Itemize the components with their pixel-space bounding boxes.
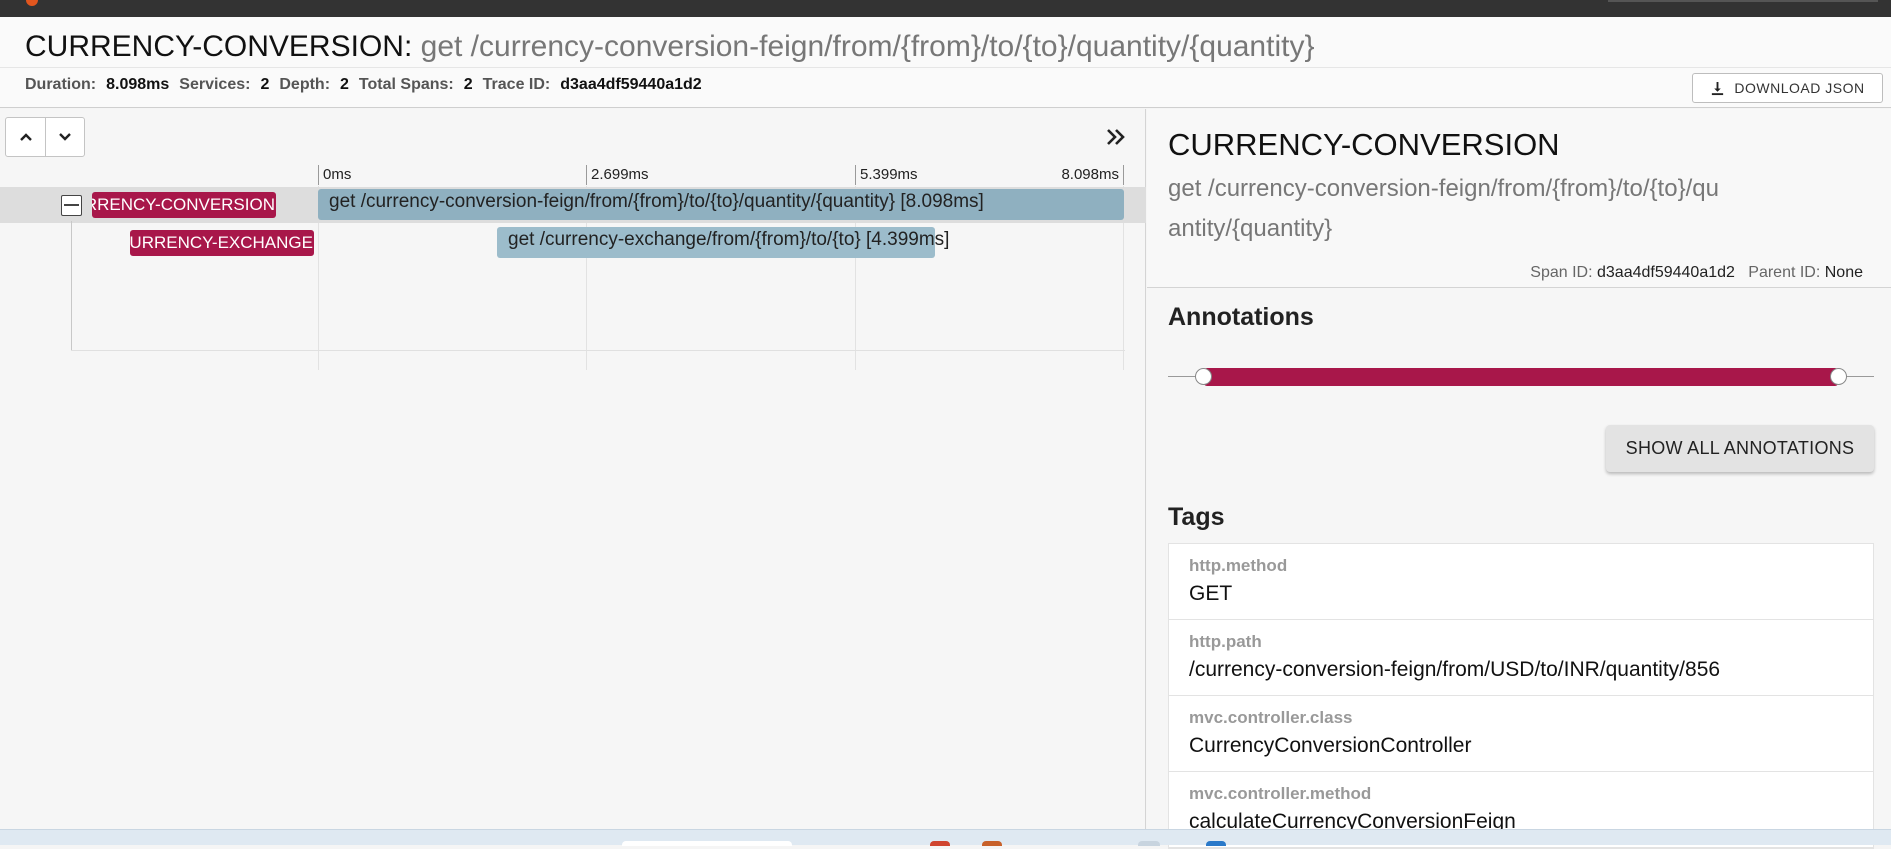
chevron-down-icon: [59, 133, 71, 141]
slider-end-handle[interactable]: [1830, 368, 1847, 385]
browser-top-bar: [0, 0, 1891, 17]
slider-start-handle[interactable]: [1195, 368, 1212, 385]
trace-timeline: 0ms 2.699ms 5.399ms 8.098ms CURRENCY-CON…: [0, 109, 1146, 829]
span-bar[interactable]: get /currency-conversion-feign/from/{fro…: [318, 189, 1124, 220]
tick-label: 0ms: [318, 165, 351, 185]
span-detail-panel: CURRENCY-CONVERSION get /currency-conver…: [1147, 109, 1891, 849]
trace-stats: Duration: 8.098ms Services: 2 Depth: 2 Tota…: [25, 76, 702, 94]
taskbar-app-icon[interactable]: [982, 841, 1002, 846]
stat-trace-id-value: d3aa4df59440a1d2: [560, 76, 702, 93]
download-icon: [1712, 81, 1724, 95]
stat-services-label: Services:: [179, 76, 251, 93]
tag-key: http.method: [1189, 556, 1288, 575]
tag-item: http.method GET: [1169, 544, 1873, 620]
tags-title: Tags: [1168, 503, 1225, 531]
show-all-annotations-button[interactable]: SHOW ALL ANNOTATIONS: [1606, 425, 1874, 472]
span-navigation: [5, 117, 85, 157]
tree-connector: [71, 221, 72, 351]
span-ids: Span ID: d3aa4df59440a1d2 Parent ID: Non…: [1530, 264, 1863, 282]
tick-label: 8.098ms: [1061, 165, 1124, 185]
app-logo-icon: [26, 0, 38, 6]
taskbar-app-icon[interactable]: [930, 841, 950, 846]
span-service-badge: CURRENCY-CONVERSION: [92, 192, 276, 218]
chevron-up-icon: [19, 133, 32, 141]
parent-id-value: None: [1824, 264, 1863, 281]
tag-value: GET: [1189, 582, 1233, 605]
stat-duration-value: 8.098ms: [106, 76, 170, 93]
expand-panel-icon[interactable]: [1105, 126, 1127, 148]
stat-total-spans-value: 2: [463, 76, 473, 93]
slider-range-fill: [1204, 368, 1838, 386]
taskbar-search-box[interactable]: [622, 841, 792, 846]
tag-key: mvc.controller.method: [1189, 784, 1372, 803]
annotations-range-slider[interactable]: [1168, 366, 1874, 388]
tags-list: http.method GET http.path /currency-conv…: [1168, 543, 1874, 849]
parent-id-label: Parent ID:: [1748, 264, 1821, 281]
page-title: CURRENCY-CONVERSION: get /currency-conve…: [25, 29, 1314, 65]
span-id-value: d3aa4df59440a1d2: [1597, 264, 1735, 281]
tick-label: 2.699ms: [586, 165, 649, 185]
tag-value: CurrencyConversionController: [1189, 734, 1472, 757]
time-axis: 0ms 2.699ms 5.399ms 8.098ms: [318, 165, 1124, 185]
tick-label: 5.399ms: [855, 165, 918, 185]
stat-depth-value: 2: [340, 76, 349, 93]
collapse-toggle-icon[interactable]: [61, 195, 82, 216]
span-detail-header: CURRENCY-CONVERSION get /currency-conver…: [1147, 109, 1891, 288]
tag-item: http.path /currency-conversion-feign/fro…: [1169, 620, 1873, 696]
next-span-button[interactable]: [45, 118, 84, 156]
detail-service-name: CURRENCY-CONVERSION: [1168, 127, 1560, 162]
row-divider: [71, 350, 1125, 351]
header-divider: [0, 67, 1891, 68]
os-taskbar: [0, 829, 1891, 846]
tag-key: mvc.controller.class: [1189, 708, 1353, 727]
title-separator: :: [403, 30, 413, 63]
stat-total-spans-label: Total Spans:: [358, 76, 454, 93]
span-id-label: Span ID:: [1530, 264, 1593, 281]
taskbar-app-icon[interactable]: [1206, 841, 1226, 846]
tag-item: mvc.controller.class CurrencyConversionC…: [1169, 696, 1873, 772]
previous-span-button[interactable]: [6, 118, 45, 156]
stat-duration-label: Duration:: [25, 76, 97, 93]
tag-key: http.path: [1189, 632, 1262, 651]
annotations-title: Annotations: [1168, 303, 1314, 331]
top-bar-search-edge: [1608, 0, 1878, 2]
stat-trace-id-label: Trace ID:: [482, 76, 551, 93]
stat-depth-label: Depth:: [279, 76, 331, 93]
detail-span-name: get /currency-conversion-feign/from/{fro…: [1168, 175, 1719, 242]
title-service-name: CURRENCY-CONVERSION: [25, 30, 404, 63]
taskbar-app-icon[interactable]: [1138, 841, 1160, 846]
download-json-button[interactable]: DOWNLOAD JSON: [1692, 73, 1883, 103]
stat-services-value: 2: [260, 76, 270, 93]
download-json-label: DOWNLOAD JSON: [1734, 80, 1865, 96]
trace-header: CURRENCY-CONVERSION: get /currency-conve…: [0, 17, 1891, 108]
span-service-badge: CURRENCY-EXCHANGE: [130, 230, 314, 256]
title-route: get /currency-conversion-feign/from/{fro…: [420, 30, 1315, 63]
tag-value: /currency-conversion-feign/from/USD/to/I…: [1189, 658, 1721, 681]
span-bar[interactable]: get /currency-exchange/from/{from}/to/{t…: [497, 227, 949, 258]
